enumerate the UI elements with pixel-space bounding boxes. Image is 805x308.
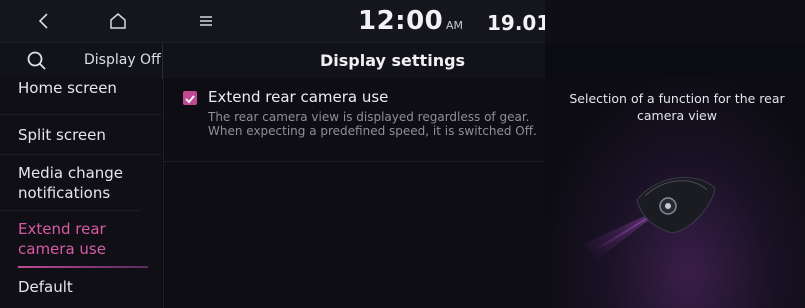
- extend-rear-camera-checkbox[interactable]: [183, 91, 197, 105]
- sidebar-item-label: Home screen: [18, 79, 117, 97]
- sidebar-item-home-screen[interactable]: Home screen: [0, 78, 162, 115]
- top-bar: 12:00 AM 19.01: [0, 0, 805, 42]
- header-divider: [162, 43, 163, 79]
- checkmark-icon: [185, 95, 195, 104]
- sidebar-item-extend-rear-camera-use[interactable]: Extend rear camera use: [0, 211, 148, 268]
- sidebar-item-split-screen[interactable]: Split screen: [0, 115, 162, 155]
- page-title: Display settings: [320, 51, 466, 70]
- menu-button[interactable]: [176, 0, 236, 42]
- header-bar: Display Off Display settings: [0, 42, 545, 79]
- home-icon: [110, 13, 126, 29]
- rear-camera-icon: [583, 177, 716, 260]
- info-panel: Selection of a function for the rear cam…: [545, 78, 805, 308]
- settings-content: Extend rear camera use The rear camera v…: [163, 78, 546, 308]
- menu-icon: [200, 16, 212, 26]
- home-button[interactable]: [88, 0, 148, 42]
- sidebar-item-media-change-notifications[interactable]: Media change notifications: [0, 155, 140, 211]
- sidebar-item-label: Default: [18, 278, 73, 296]
- clock-time: 12:00: [358, 6, 444, 36]
- sidebar-item-label: Extend rear camera use: [18, 220, 106, 258]
- display-off-button[interactable]: Display Off: [84, 52, 161, 68]
- option-label[interactable]: Extend rear camera use: [208, 88, 388, 106]
- top-right-area: [545, 0, 805, 42]
- sidebar-item-label: Media change notifications: [18, 164, 124, 202]
- date-display: 19.01: [487, 11, 551, 35]
- back-chevron-icon: [38, 13, 48, 29]
- back-button[interactable]: [14, 0, 74, 42]
- sidebar: Home screen Split screen Media change no…: [0, 78, 162, 308]
- search-icon: [27, 51, 46, 70]
- search-button[interactable]: [22, 47, 52, 75]
- content-divider: [164, 161, 546, 162]
- sidebar-item-default[interactable]: Default: [0, 267, 162, 308]
- clock-ampm: AM: [446, 19, 464, 32]
- option-description: The rear camera view is displayed regard…: [208, 110, 537, 138]
- sidebar-item-label: Split screen: [18, 126, 106, 144]
